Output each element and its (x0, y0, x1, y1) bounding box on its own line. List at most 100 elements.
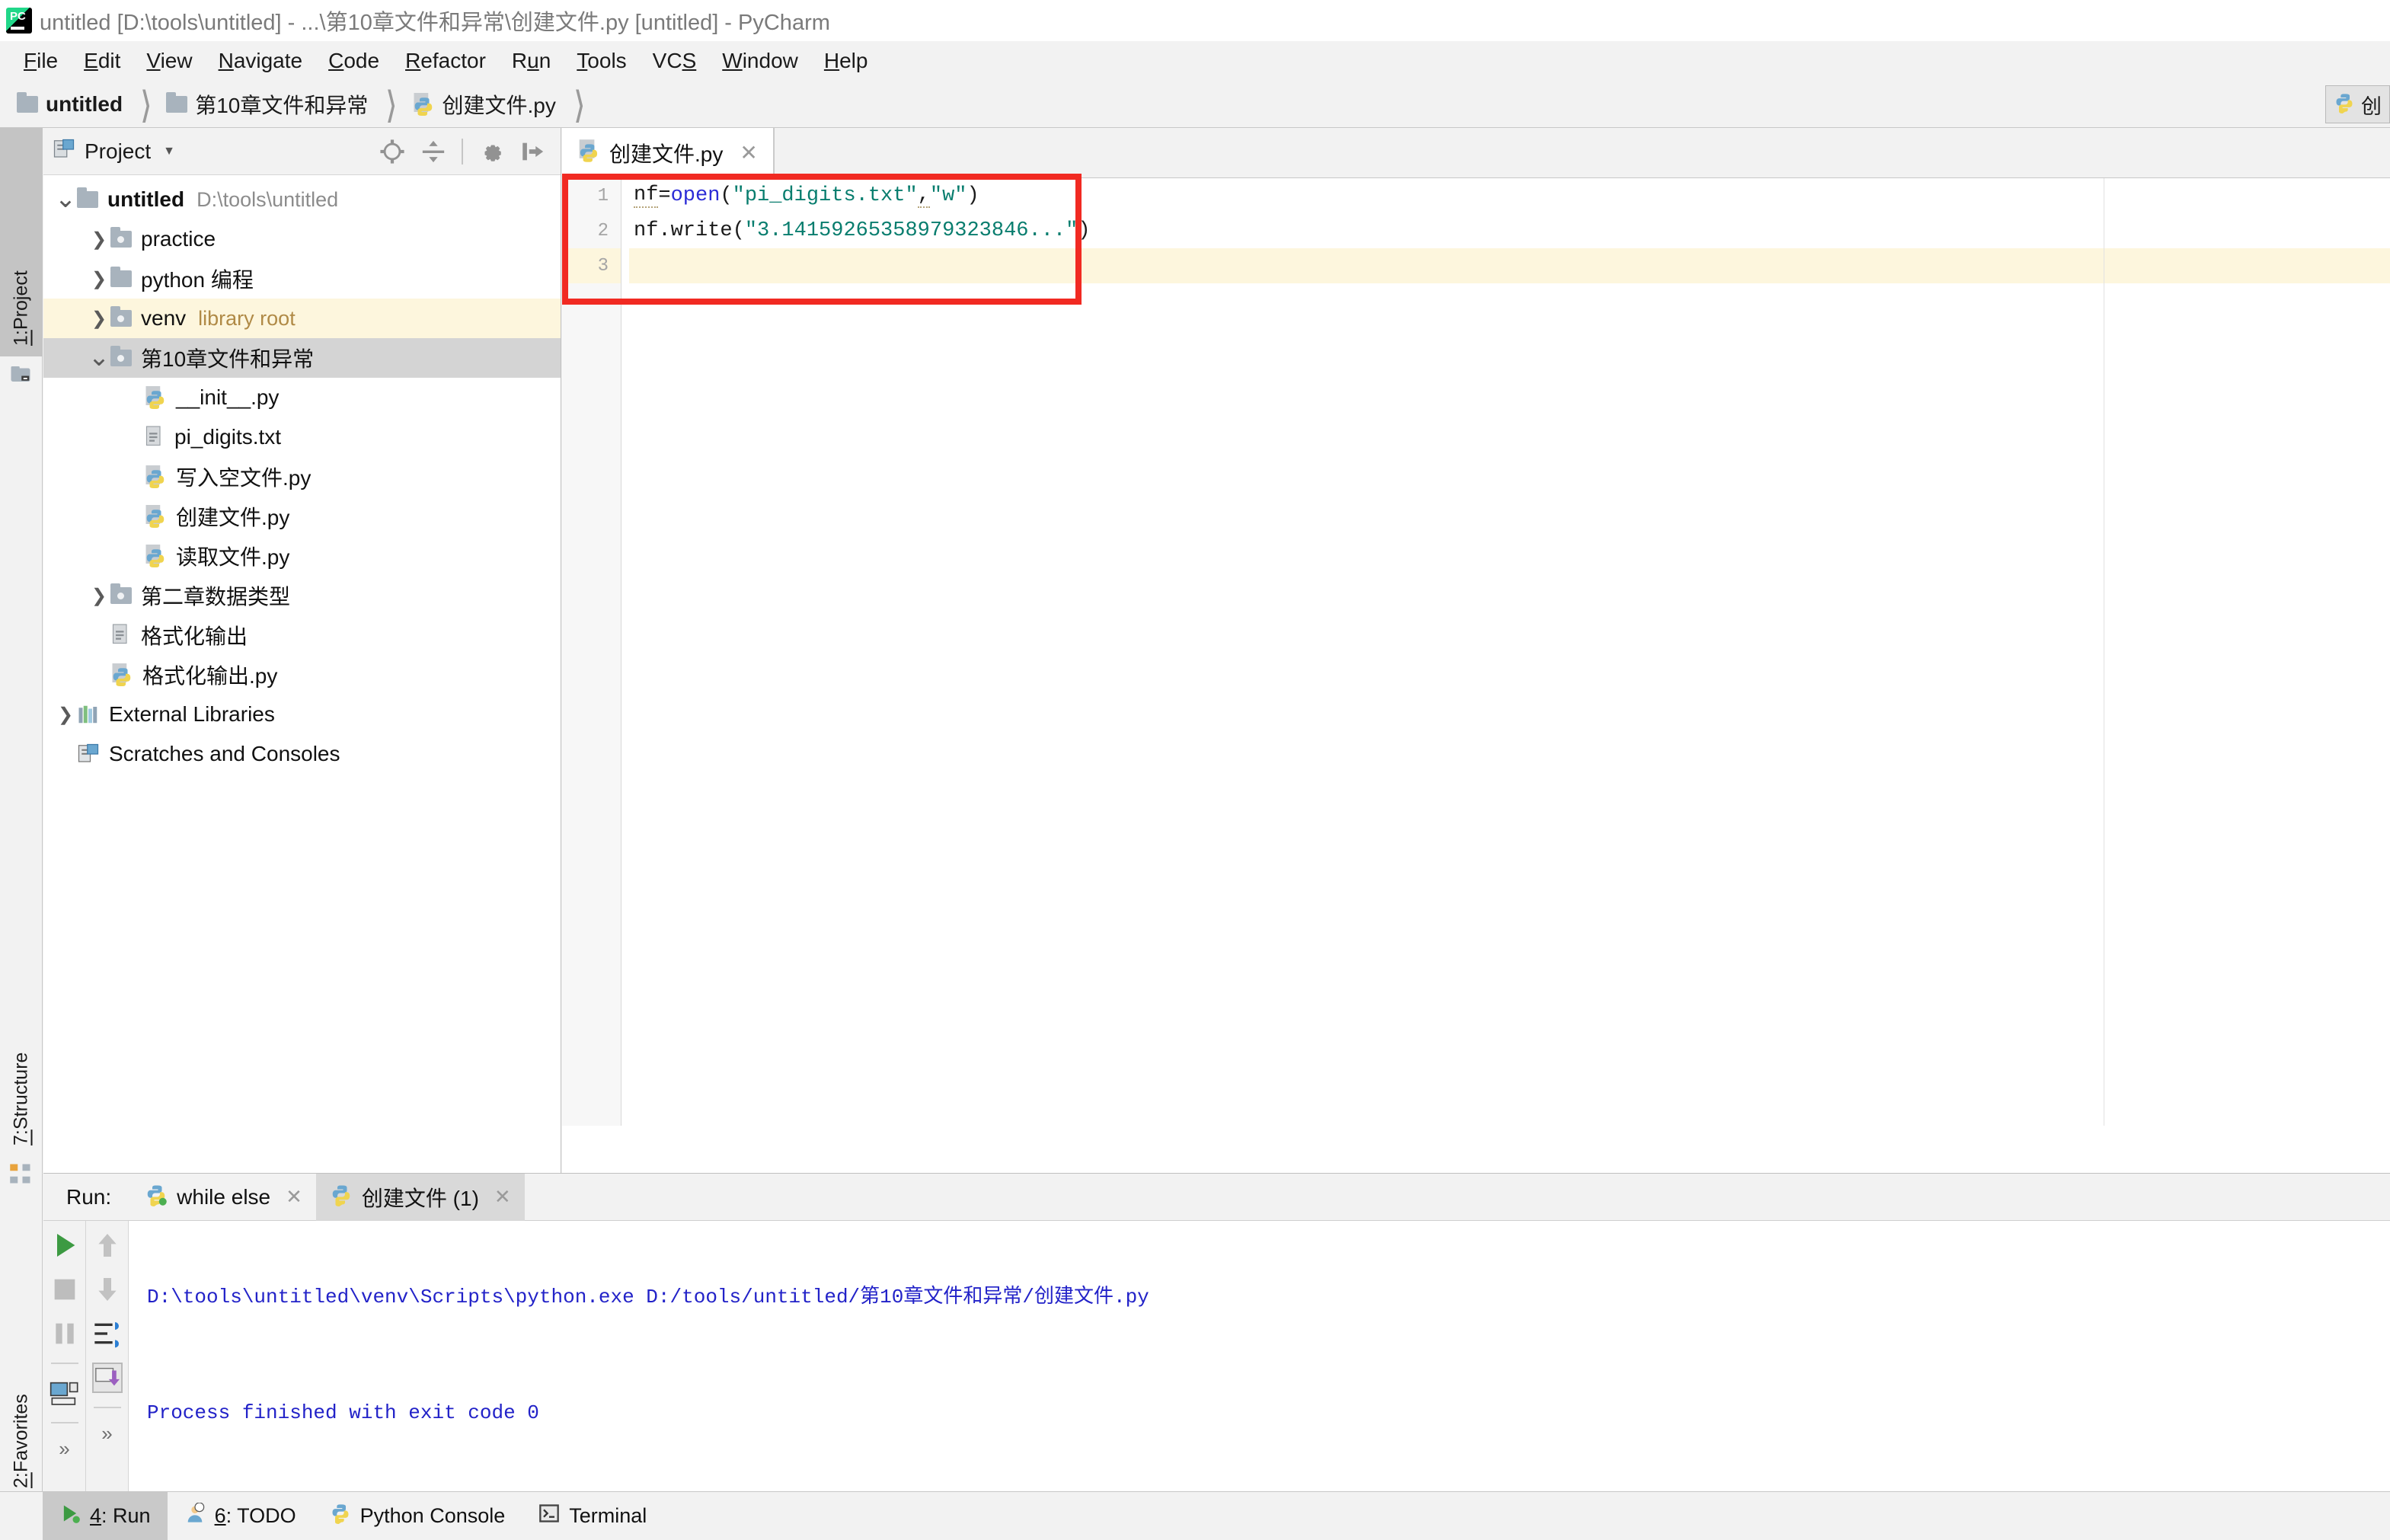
sidebar-tab-project[interactable]: 1: Project (0, 128, 43, 356)
run-tab-while-else[interactable]: while else ✕ (131, 1174, 316, 1221)
tree-row[interactable]: 格式化输出.py (43, 655, 561, 695)
status-todo-label: : TODO (225, 1504, 296, 1527)
menu-item-refactor[interactable]: Refactor (392, 49, 499, 73)
locate-target-icon[interactable] (379, 139, 405, 165)
run-config-label: 创 (2361, 94, 2382, 118)
editor-tab-创建文件[interactable]: 创建文件.py ✕ (562, 128, 774, 177)
sidebar-tab-structure[interactable]: 7: Structure (0, 905, 43, 1156)
text-file-icon (110, 622, 132, 648)
scroll-to-end-icon[interactable] (91, 1363, 123, 1393)
pause-icon[interactable] (50, 1318, 80, 1349)
tree-row[interactable]: Scratches and Consoles (43, 734, 561, 774)
toolbar-divider (462, 138, 463, 165)
console-result: Process finished with exit code 0 (147, 1401, 539, 1424)
down-arrow-icon[interactable] (92, 1274, 123, 1305)
chevron-right-icon[interactable]: ❯ (88, 585, 110, 607)
tree-row[interactable]: ⌄ untitled D:\tools\untitled (43, 180, 561, 219)
code-editor[interactable]: 123 nf = open("pi_digits.txt", "w") nf.write… (562, 174, 2390, 1126)
code-line[interactable]: nf = open("pi_digits.txt", "w") (629, 178, 2390, 213)
sidebar-tab-favorites-label: Favorites (10, 1394, 32, 1473)
libraries-icon (77, 703, 100, 726)
python-file-icon (144, 385, 167, 411)
chevron-right-icon[interactable]: ❯ (88, 268, 110, 290)
gear-icon[interactable] (478, 139, 504, 165)
run-tab-创建文件[interactable]: 创建文件 (1) ✕ (315, 1173, 525, 1221)
breadcrumb-item-2[interactable]: 创建文件.py (412, 89, 556, 120)
soft-wrap-icon[interactable] (92, 1318, 123, 1349)
close-icon[interactable]: ✕ (286, 1185, 302, 1209)
line-number: 2 (597, 220, 609, 241)
status-button-todo[interactable]: 6: TODO (168, 1492, 313, 1540)
tree-row[interactable]: ❯ External Libraries (43, 695, 561, 734)
todo-icon (184, 1502, 206, 1529)
status-terminal-label: Terminal (569, 1504, 647, 1527)
stop-icon[interactable] (50, 1274, 80, 1305)
up-arrow-icon[interactable] (92, 1230, 123, 1260)
menu-item-code[interactable]: Code (315, 49, 392, 73)
project-tree[interactable]: ⌄ untitled D:\tools\untitled ❯ practice ❯ pyth… (43, 175, 561, 774)
tree-row[interactable]: 创建文件.py (43, 497, 561, 536)
status-button-python-console[interactable]: Python Console (313, 1492, 522, 1540)
menu-item-navigate[interactable]: Navigate (206, 49, 316, 73)
chevron-down-icon[interactable]: ⌄ (88, 345, 110, 370)
menu-item-run[interactable]: Run (499, 49, 564, 73)
tree-row-label: 读取文件.py (176, 545, 290, 569)
status-button-terminal[interactable]: Terminal (522, 1492, 663, 1540)
console-output[interactable]: D:\tools\untitled\venv\Scripts\python.ex… (129, 1221, 2390, 1492)
run-configuration-selector[interactable]: 创 (2325, 85, 2390, 123)
folder-dot-icon (110, 227, 132, 248)
more-icon[interactable]: » (50, 1437, 80, 1468)
tree-row-label: 第10章文件和异常 (141, 347, 315, 371)
chevron-right-icon[interactable]: ❯ (88, 308, 110, 330)
menu-item-view[interactable]: View (133, 49, 205, 73)
folder-icon (166, 91, 188, 113)
python-file-icon (144, 503, 167, 529)
tree-row[interactable]: ⌄ 第10章文件和异常 (43, 338, 561, 378)
chevron-right-icon[interactable]: ❯ (88, 228, 110, 251)
code-token: ( (732, 219, 745, 242)
scratches-icon (77, 743, 100, 765)
chevron-down-icon[interactable]: ▼ (163, 145, 175, 158)
breadcrumb-item-1[interactable]: 第10章文件和异常 (166, 89, 368, 120)
menu-item-help[interactable]: Help (811, 49, 881, 73)
tree-row-label: 创建文件.py (176, 506, 290, 529)
more-icon[interactable]: » (92, 1422, 123, 1452)
code-content[interactable]: nf = open("pi_digits.txt", "w") nf.write("3.… (621, 178, 2390, 1126)
close-icon[interactable]: ✕ (740, 140, 757, 165)
tree-row[interactable]: __init__.py (43, 378, 561, 417)
menu-item-edit[interactable]: Edit (71, 49, 133, 73)
code-line[interactable]: nf.write("3.14159265358979323846...") (629, 213, 2390, 248)
breadcrumb-separator-icon: ❯ (386, 85, 397, 123)
hide-panel-icon[interactable] (519, 139, 545, 165)
status-button-run[interactable]: 4: Run (43, 1491, 168, 1540)
code-token: ) (1078, 219, 1091, 242)
collapse-all-icon[interactable] (420, 139, 446, 165)
chevron-right-icon[interactable]: ❯ (54, 704, 77, 726)
tree-row[interactable]: ❯ 第二章数据类型 (43, 576, 561, 615)
line-number: 1 (597, 185, 609, 206)
close-icon[interactable]: ✕ (494, 1185, 511, 1209)
breadcrumb-item-0[interactable]: untitled (17, 91, 123, 117)
tree-row-label: 格式化输出 (141, 625, 248, 648)
tree-row[interactable]: 读取文件.py (43, 536, 561, 576)
code-line[interactable] (629, 248, 2390, 283)
status-python-console-label: Python Console (359, 1504, 506, 1527)
menu-item-file[interactable]: File (11, 49, 71, 73)
tree-row[interactable]: pi_digits.txt (43, 417, 561, 457)
python-file-icon (577, 139, 600, 167)
menu-item-window[interactable]: Window (709, 49, 811, 73)
line-number-gutter: 1 2 3 (562, 178, 621, 1126)
tree-row[interactable]: ❯ python 编程 (43, 259, 561, 299)
rerun-icon[interactable] (50, 1230, 80, 1260)
tree-row[interactable]: 写入空文件.py (43, 457, 561, 497)
print-icon[interactable] (50, 1378, 80, 1408)
pycharm-window: untitled [D:\tools\untitled] - ...\第10章文… (0, 0, 2390, 1540)
menu-item-tools[interactable]: Tools (564, 49, 639, 73)
tree-row[interactable]: ❯ practice (43, 219, 561, 259)
project-panel-title: Project (85, 139, 152, 163)
sidebar-tab-favorites[interactable]: 2: Favorites (0, 1240, 43, 1499)
chevron-down-icon[interactable]: ⌄ (54, 187, 77, 212)
menu-item-vcs[interactable]: VCS (640, 49, 710, 73)
tree-row[interactable]: 格式化输出 (43, 615, 561, 655)
tree-row[interactable]: ❯ venv library root (43, 299, 561, 338)
